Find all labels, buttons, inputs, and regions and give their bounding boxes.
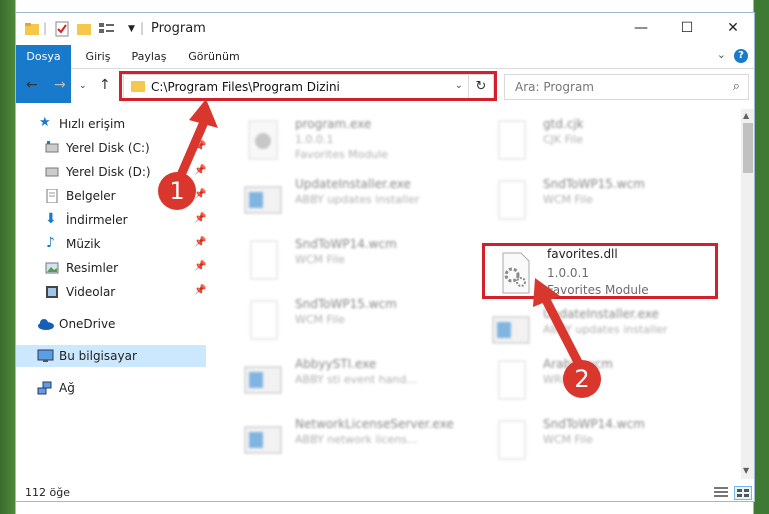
step-badge-2: 2 — [563, 360, 601, 398]
step-badge-1: 1 — [158, 172, 196, 210]
annotation-arrows — [173, 99, 585, 371]
arrow-2-shaft — [541, 295, 585, 371]
arrow-1-head — [189, 99, 218, 128]
